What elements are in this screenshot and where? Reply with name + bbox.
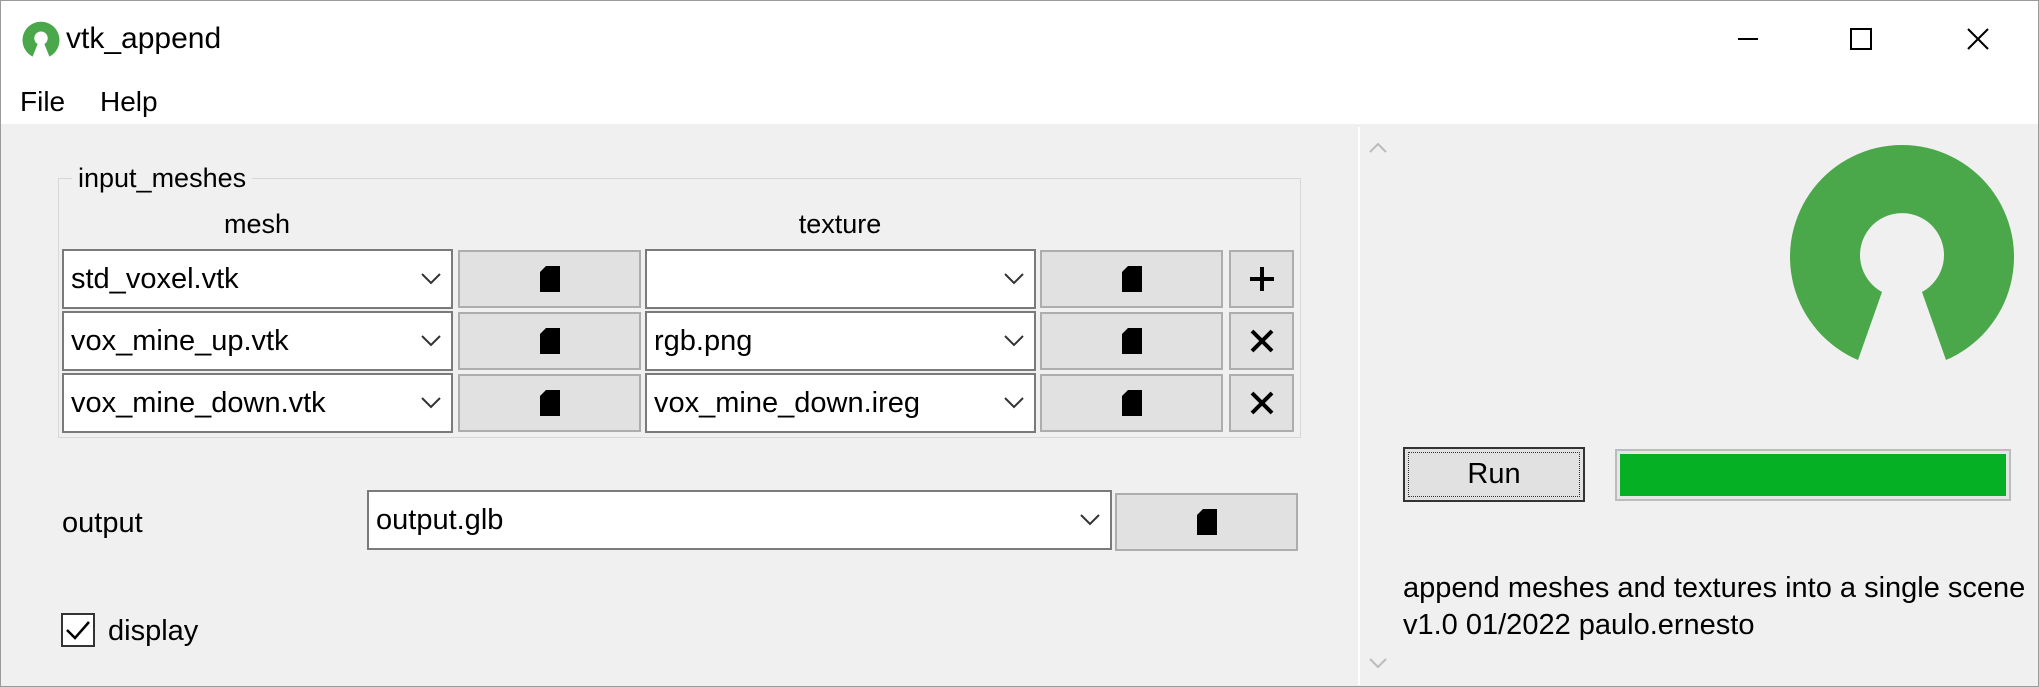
chevron-down-icon — [411, 251, 451, 307]
x-icon — [1250, 391, 1273, 415]
remove-row-button-3[interactable] — [1229, 374, 1294, 432]
file-icon — [1121, 266, 1142, 292]
mesh-combo-3[interactable]: vox_mine_down.vtk — [62, 373, 453, 433]
input-meshes-title: input_meshes — [72, 162, 253, 194]
texture-combo-1[interactable] — [645, 249, 1036, 309]
app-logo-icon — [22, 21, 60, 57]
output-browse-button[interactable] — [1115, 493, 1298, 551]
output-combo[interactable]: output.glb — [367, 490, 1112, 550]
file-icon — [1121, 390, 1142, 416]
maximize-icon — [1850, 28, 1872, 50]
output-label: output — [62, 507, 143, 539]
x-icon — [1250, 329, 1273, 353]
display-checkbox[interactable] — [61, 613, 95, 647]
texture-combo-2[interactable]: rgb.png — [645, 311, 1036, 371]
menu-bar — [0, 80, 2039, 124]
description-text: append meshes and textures into a single… — [1403, 572, 2026, 604]
chevron-down-icon — [994, 251, 1034, 307]
file-icon — [1121, 328, 1142, 354]
mesh-combo-value: vox_mine_up.vtk — [71, 324, 289, 357]
chevron-down-icon — [994, 313, 1034, 369]
file-icon — [1196, 509, 1217, 535]
texture-combo-value: vox_mine_down.ireg — [654, 386, 920, 419]
mesh-browse-button-1[interactable] — [458, 250, 641, 308]
mesh-browse-button-2[interactable] — [458, 312, 641, 370]
maximize-button[interactable] — [1802, 0, 1920, 78]
texture-combo-value: rgb.png — [654, 324, 753, 357]
scroll-down-icon[interactable] — [1368, 657, 1388, 671]
focus-rectangle — [1408, 452, 1580, 497]
mesh-combo-value: vox_mine_down.vtk — [71, 386, 326, 419]
menu-file[interactable]: File — [18, 84, 67, 120]
chevron-down-icon — [411, 313, 451, 369]
minimize-button[interactable] — [1689, 0, 1807, 78]
close-button[interactable] — [1919, 0, 2037, 78]
check-icon — [66, 621, 90, 640]
app-logo — [1790, 145, 2014, 360]
texture-combo-3[interactable]: vox_mine_down.ireg — [645, 373, 1036, 433]
run-button[interactable]: Run — [1403, 447, 1585, 502]
file-icon — [539, 266, 560, 292]
mesh-browse-button-3[interactable] — [458, 374, 641, 432]
file-icon — [539, 390, 560, 416]
progress-bar — [1615, 449, 2011, 501]
texture-column-header: texture — [798, 209, 882, 239]
mesh-combo-1[interactable]: std_voxel.vtk — [62, 249, 453, 309]
mesh-combo-value: std_voxel.vtk — [71, 262, 239, 295]
texture-browse-button-3[interactable] — [1040, 374, 1223, 432]
window-title: vtk_append — [66, 22, 222, 55]
output-combo-value: output.glb — [376, 503, 504, 536]
chevron-down-icon — [1070, 492, 1110, 548]
progress-fill — [1620, 454, 2006, 496]
display-label[interactable]: display — [108, 613, 198, 649]
plus-icon — [1249, 267, 1274, 291]
texture-browse-button-2[interactable] — [1040, 312, 1223, 370]
add-row-button[interactable] — [1229, 250, 1294, 308]
close-icon — [1967, 28, 1989, 50]
remove-row-button-2[interactable] — [1229, 312, 1294, 370]
chevron-down-icon — [411, 375, 451, 431]
mesh-column-header: mesh — [223, 209, 291, 239]
file-icon — [539, 328, 560, 354]
version-text: v1.0 01/2022 paulo.ernesto — [1403, 609, 1755, 641]
chevron-down-icon — [994, 375, 1034, 431]
minimize-icon — [1738, 38, 1758, 40]
scroll-up-icon[interactable] — [1368, 140, 1388, 154]
texture-browse-button-1[interactable] — [1040, 250, 1223, 308]
mesh-combo-2[interactable]: vox_mine_up.vtk — [62, 311, 453, 371]
menu-help[interactable]: Help — [98, 84, 160, 120]
